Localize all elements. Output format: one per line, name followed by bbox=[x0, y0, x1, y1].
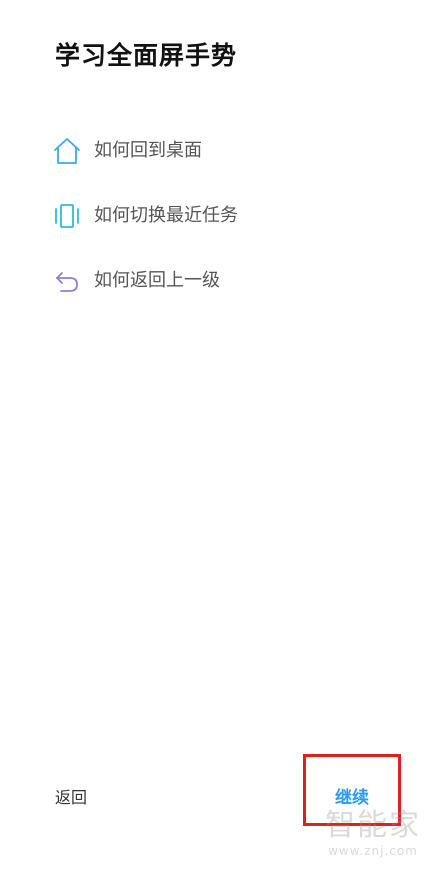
gesture-item-label: 如何回到桌面 bbox=[94, 140, 202, 161]
page-title: 学习全面屏手势 bbox=[55, 41, 238, 70]
back-button[interactable]: 返回 bbox=[55, 786, 87, 810]
continue-button[interactable]: 继续 bbox=[306, 786, 398, 810]
back-arrow-icon bbox=[52, 266, 82, 296]
gesture-item-back[interactable]: 如何返回上一级 bbox=[52, 264, 220, 298]
recent-tasks-icon bbox=[52, 201, 82, 231]
gesture-item-label: 如何返回上一级 bbox=[94, 270, 220, 291]
gesture-item-label: 如何切换最近任务 bbox=[94, 205, 238, 226]
gesture-item-home[interactable]: 如何回到桌面 bbox=[52, 134, 202, 168]
watermark-url: www.znj.com bbox=[328, 844, 418, 858]
gesture-item-recents[interactable]: 如何切换最近任务 bbox=[52, 199, 238, 233]
watermark: 智能家 www.znj.com bbox=[318, 808, 428, 858]
watermark-text: 智能家 bbox=[325, 808, 421, 843]
home-icon bbox=[52, 136, 82, 166]
